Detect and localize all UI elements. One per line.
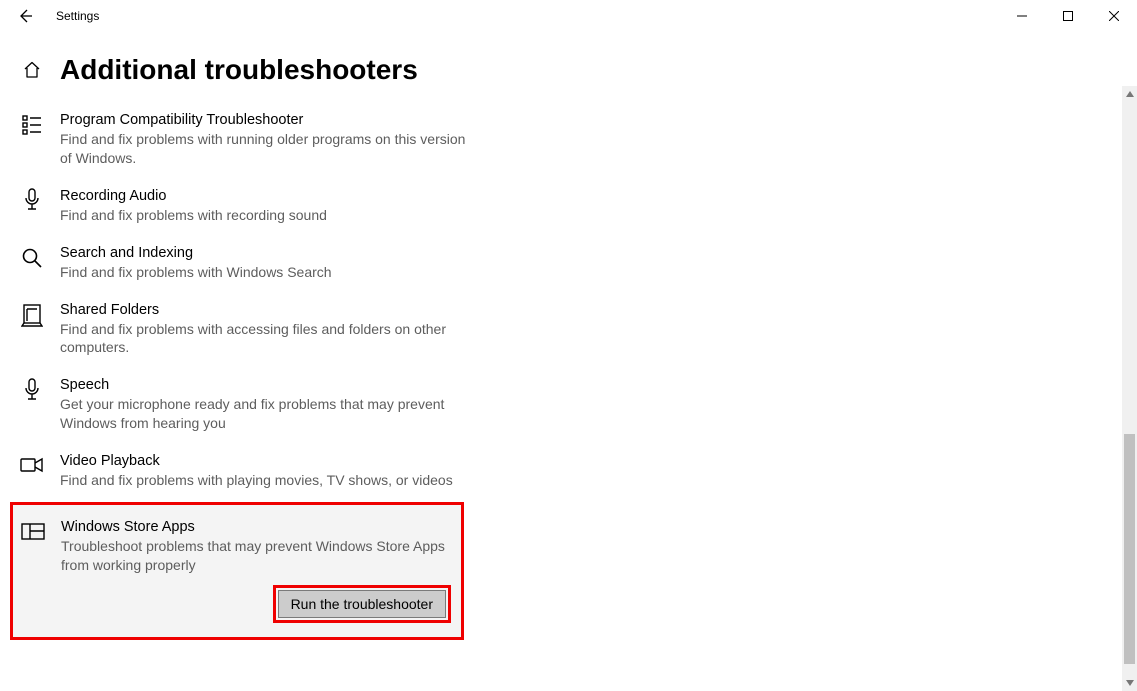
troubleshooter-item[interactable]: Shared Folders Find and fix problems wit… bbox=[20, 294, 466, 370]
store-apps-icon bbox=[21, 520, 45, 544]
item-title: Recording Audio bbox=[60, 188, 466, 204]
close-button[interactable] bbox=[1091, 0, 1137, 32]
item-description: Troubleshoot problems that may prevent W… bbox=[61, 537, 451, 575]
troubleshooter-item[interactable]: Recording Audio Find and fix problems wi… bbox=[20, 180, 466, 237]
scroll-thumb[interactable] bbox=[1124, 434, 1135, 663]
back-button[interactable] bbox=[14, 8, 36, 24]
troubleshooter-item[interactable]: Video Playback Find and fix problems wit… bbox=[20, 445, 466, 502]
window-title: Settings bbox=[56, 9, 99, 23]
microphone-icon bbox=[20, 378, 44, 402]
item-description: Find and fix problems with running older… bbox=[60, 130, 466, 168]
scroll-down-icon[interactable] bbox=[1122, 675, 1137, 691]
troubleshooter-item[interactable]: Speech Get your microphone ready and fix… bbox=[20, 369, 466, 445]
item-description: Find and fix problems with Windows Searc… bbox=[60, 263, 466, 282]
page-heading: Additional troubleshooters bbox=[60, 54, 418, 86]
shared-folders-icon bbox=[20, 303, 44, 327]
item-description: Find and fix problems with recording sou… bbox=[60, 206, 466, 225]
scroll-track[interactable] bbox=[1122, 102, 1137, 675]
run-troubleshooter-button[interactable]: Run the troubleshooter bbox=[278, 590, 446, 618]
troubleshooter-item[interactable]: Program Compatibility Troubleshooter Fin… bbox=[20, 104, 466, 180]
maximize-button[interactable] bbox=[1045, 0, 1091, 32]
item-description: Get your microphone ready and fix proble… bbox=[60, 395, 466, 433]
item-title: Windows Store Apps bbox=[61, 519, 451, 535]
scrollbar[interactable] bbox=[1122, 86, 1137, 691]
item-description: Find and fix problems with accessing fil… bbox=[60, 320, 466, 358]
minimize-button[interactable] bbox=[999, 0, 1045, 32]
highlight-box: Run the troubleshooter bbox=[273, 585, 451, 623]
troubleshooter-item[interactable]: Search and Indexing Find and fix problem… bbox=[20, 237, 466, 294]
item-description: Find and fix problems with playing movie… bbox=[60, 471, 466, 490]
search-icon bbox=[20, 246, 44, 270]
item-title: Speech bbox=[60, 377, 466, 393]
item-title: Program Compatibility Troubleshooter bbox=[60, 112, 466, 128]
troubleshooter-item[interactable]: Windows Store Apps Troubleshoot problems… bbox=[21, 513, 451, 585]
scroll-up-icon[interactable] bbox=[1122, 86, 1137, 102]
microphone-icon bbox=[20, 189, 44, 213]
item-title: Search and Indexing bbox=[60, 245, 466, 261]
item-title: Shared Folders bbox=[60, 302, 466, 318]
selected-troubleshooter: Windows Store Apps Troubleshoot problems… bbox=[10, 502, 464, 640]
item-title: Video Playback bbox=[60, 453, 466, 469]
compatibility-icon bbox=[20, 113, 44, 137]
home-icon[interactable] bbox=[20, 58, 44, 82]
video-icon bbox=[20, 454, 44, 478]
